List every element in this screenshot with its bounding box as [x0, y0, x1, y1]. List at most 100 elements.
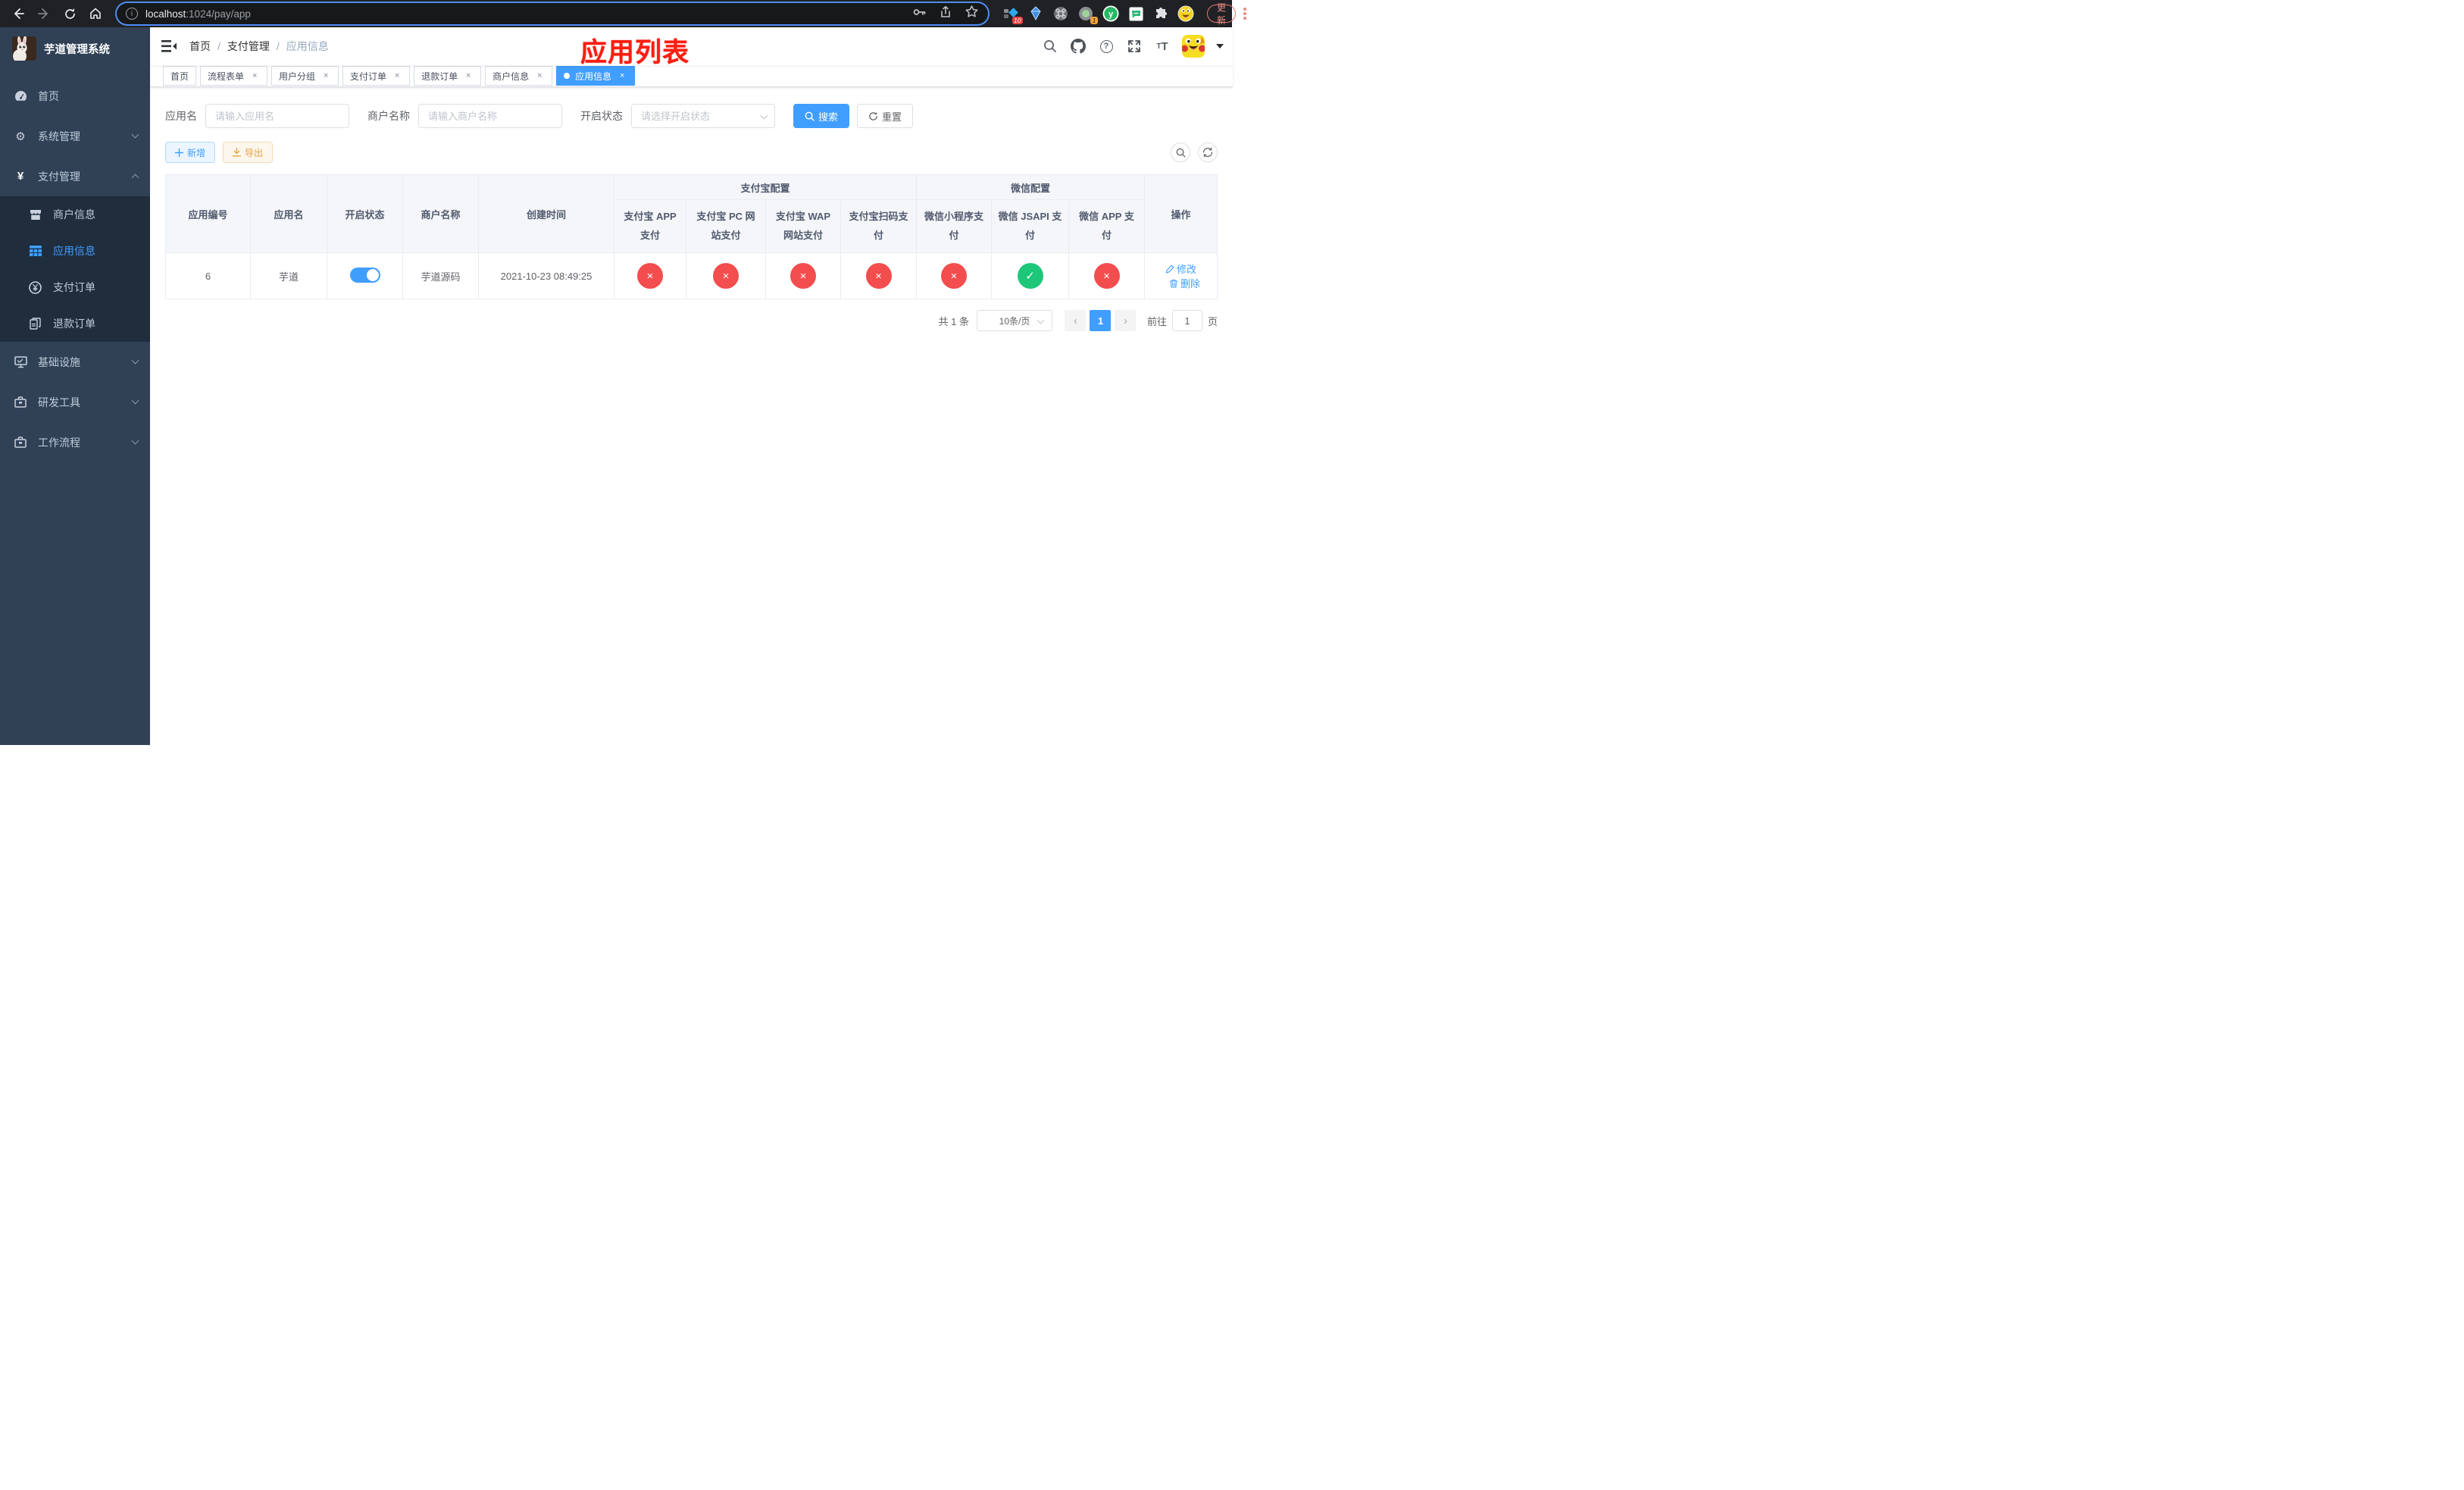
collapse-sidebar-icon[interactable] — [161, 38, 177, 55]
table-grid-icon — [29, 246, 42, 256]
tag-merchant-info[interactable]: 商户信息 × — [485, 66, 553, 86]
dashboard-icon — [14, 90, 27, 102]
tag-refund-order[interactable]: 退款订单 × — [414, 66, 482, 86]
browser-back-icon[interactable] — [8, 3, 29, 24]
prev-page-button[interactable]: ‹ — [1065, 310, 1087, 331]
chevron-down-icon — [1037, 316, 1045, 324]
sidebar-item-pay-order[interactable]: 支付订单 — [0, 269, 150, 305]
address-bar[interactable]: i localhost:1024/pay/app — [117, 3, 988, 24]
help-icon[interactable]: ? — [1098, 38, 1115, 55]
sidebar-item-label: 应用信息 — [53, 245, 95, 257]
sidebar-item-refund-order[interactable]: 退款订单 — [0, 305, 150, 342]
add-button[interactable]: 新增 — [165, 142, 216, 163]
refresh-icon[interactable] — [1198, 142, 1218, 162]
sidebar-item-infrastructure[interactable]: 基础设施 — [0, 342, 150, 382]
sidebar-item-merchant-info[interactable]: 商户信息 — [0, 196, 150, 233]
close-icon[interactable]: × — [617, 70, 627, 81]
browser-toolbar: i localhost:1024/pay/app 10 1 y 更新 — [0, 0, 1246, 27]
tag-pay-order[interactable]: 支付订单 × — [342, 66, 411, 86]
cell-status — [327, 252, 403, 299]
extensions-area: 10 1 y — [1003, 5, 1194, 24]
app-name-label: 应用名 — [165, 110, 197, 122]
extension-chat-icon[interactable] — [1128, 6, 1143, 21]
tag-user-group[interactable]: 用户分组 × — [271, 66, 339, 86]
status-select-input[interactable] — [631, 104, 775, 128]
merchant-name-input[interactable] — [418, 104, 562, 128]
extension-yudao-icon[interactable]: y — [1102, 5, 1119, 22]
sidebar-item-dev-tools[interactable]: 研发工具 — [0, 382, 150, 422]
breadcrumb-section[interactable]: 支付管理 — [227, 39, 270, 54]
fullscreen-icon[interactable] — [1126, 38, 1143, 55]
edit-link[interactable]: 修改 — [1165, 261, 1196, 276]
password-key-icon[interactable] — [911, 5, 927, 23]
avatar-caret-icon[interactable] — [1216, 44, 1224, 49]
tag-app-info[interactable]: 应用信息 × — [556, 66, 636, 86]
close-icon[interactable]: × — [392, 70, 402, 81]
status-select[interactable] — [631, 104, 775, 128]
status-toggle[interactable] — [349, 267, 380, 283]
share-icon[interactable] — [939, 5, 952, 23]
close-icon[interactable]: × — [534, 70, 545, 81]
bookmark-star-icon[interactable] — [965, 5, 979, 23]
cross-status-icon: × — [941, 263, 968, 289]
browser-update-button[interactable]: 更新 — [1207, 2, 1237, 26]
col-header-alipay-qr: 支付宝扫码支付 — [840, 199, 918, 253]
sidebar-item-label: 工作流程 — [38, 436, 80, 449]
url-host: localhost — [145, 8, 186, 20]
page-number-1[interactable]: 1 — [1090, 310, 1112, 331]
delete-link[interactable]: 删除 — [1169, 276, 1200, 290]
table-toolbar: 新增 导出 — [165, 142, 1218, 163]
sidebar-item-app-info[interactable]: 应用信息 — [0, 233, 150, 269]
tag-home[interactable]: 首页× — [163, 66, 197, 86]
toggle-search-icon[interactable] — [1171, 142, 1191, 162]
next-page-button[interactable]: › — [1115, 310, 1137, 331]
close-icon[interactable]: × — [463, 70, 474, 81]
tag-process-form[interactable]: 流程表单 × — [200, 66, 268, 86]
sidebar-item-payment[interactable]: ¥ 支付管理 — [0, 156, 150, 196]
app-logo[interactable]: 芋道管理系统 — [0, 27, 150, 70]
search-button[interactable]: 搜索 — [793, 104, 850, 128]
extension-record-icon[interactable]: 1 — [1078, 6, 1098, 24]
browser-reload-icon[interactable] — [59, 3, 80, 24]
extensions-puzzle-icon[interactable] — [1153, 6, 1168, 21]
sidebar-item-home[interactable]: 首页 — [0, 76, 150, 116]
font-size-icon[interactable]: TT — [1154, 38, 1171, 55]
browser-menu-icon[interactable] — [1243, 5, 1246, 22]
sidebar-item-label: 首页 — [38, 89, 59, 102]
breadcrumb: 首页 / 支付管理 / 应用信息 — [189, 39, 329, 54]
cell-created: 2021-10-23 08:49:25 — [478, 252, 614, 299]
navbar-tools: ? TT — [1042, 35, 1224, 58]
cross-status-icon: × — [865, 263, 892, 289]
annotation-app-list: 应用列表 — [580, 38, 690, 67]
url-path: :1024/pay/app — [186, 8, 251, 20]
shop-icon — [29, 209, 42, 221]
site-info-icon[interactable]: i — [126, 8, 138, 20]
toggle-knob — [366, 268, 379, 281]
goto-label: 前往 — [1146, 315, 1167, 327]
user-avatar[interactable] — [1182, 35, 1205, 58]
app-name-input[interactable] — [205, 104, 349, 128]
github-icon[interactable] — [1070, 38, 1087, 55]
browser-forward-icon[interactable] — [33, 3, 55, 24]
close-icon[interactable]: × — [321, 70, 331, 81]
page-size-select[interactable]: 10条/页 — [976, 310, 1052, 331]
chevron-down-icon — [131, 396, 139, 405]
profile-avatar-emoji[interactable] — [1177, 5, 1194, 22]
extension-command-icon[interactable] — [1053, 6, 1068, 21]
toolbox-icon — [14, 396, 27, 408]
close-icon[interactable]: × — [249, 70, 260, 81]
search-form: 应用名 商户名称 开启状态 搜索 — [165, 104, 1218, 128]
sidebar-item-system[interactable]: ⚙ 系统管理 — [0, 116, 150, 156]
breadcrumb-home[interactable]: 首页 — [189, 39, 211, 54]
export-button[interactable]: 导出 — [223, 142, 274, 163]
sidebar-item-workflow[interactable]: 工作流程 — [0, 422, 150, 462]
search-icon[interactable] — [1042, 38, 1058, 55]
reset-button[interactable]: 重置 — [857, 104, 914, 128]
pagination: 共 1 条 10条/页 ‹ 1 › 前往 页 — [165, 310, 1218, 331]
extension-balloon-icon[interactable] — [1028, 6, 1043, 21]
extension-diamond-icon[interactable]: 10 — [1003, 6, 1023, 24]
goto-page-input[interactable] — [1172, 310, 1202, 331]
cell-alipay-qr: × — [840, 252, 918, 299]
browser-home-icon[interactable] — [85, 3, 106, 24]
col-header-app-id: 应用编号 — [165, 174, 251, 253]
